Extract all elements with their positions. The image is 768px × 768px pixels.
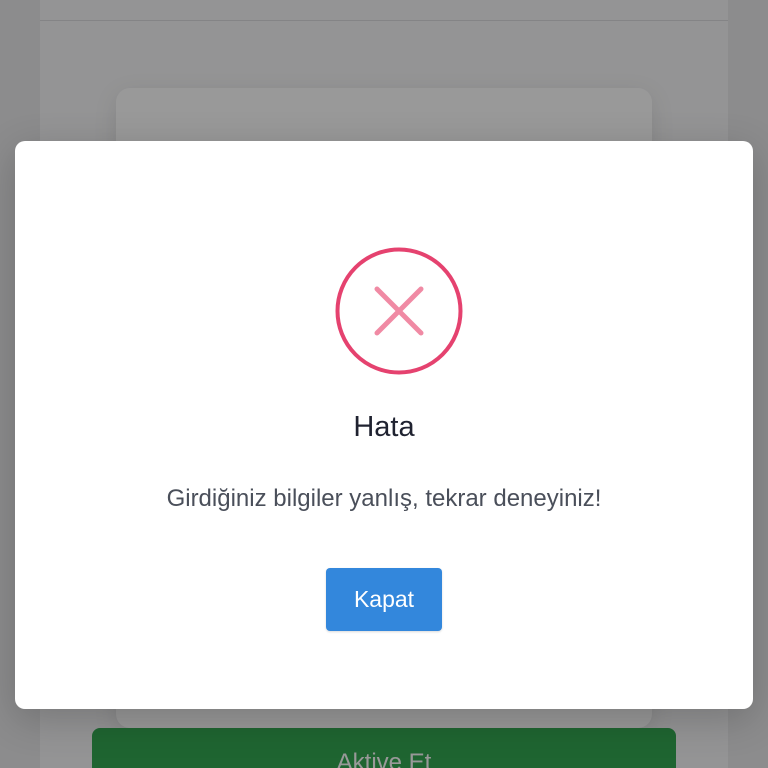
dialog-message: Girdiğiniz bilgiler yanlış, tekrar deney… [166,485,602,512]
error-x-circle-icon [335,247,463,375]
dialog-title: Hata [353,411,415,443]
app-page: Aktive Et Hata Girdiğiniz bilgiler yanlı… [0,0,768,768]
error-dialog: Hata Girdiğiniz bilgiler yanlış, tekrar … [15,141,753,709]
close-button[interactable]: Kapat [326,568,442,631]
